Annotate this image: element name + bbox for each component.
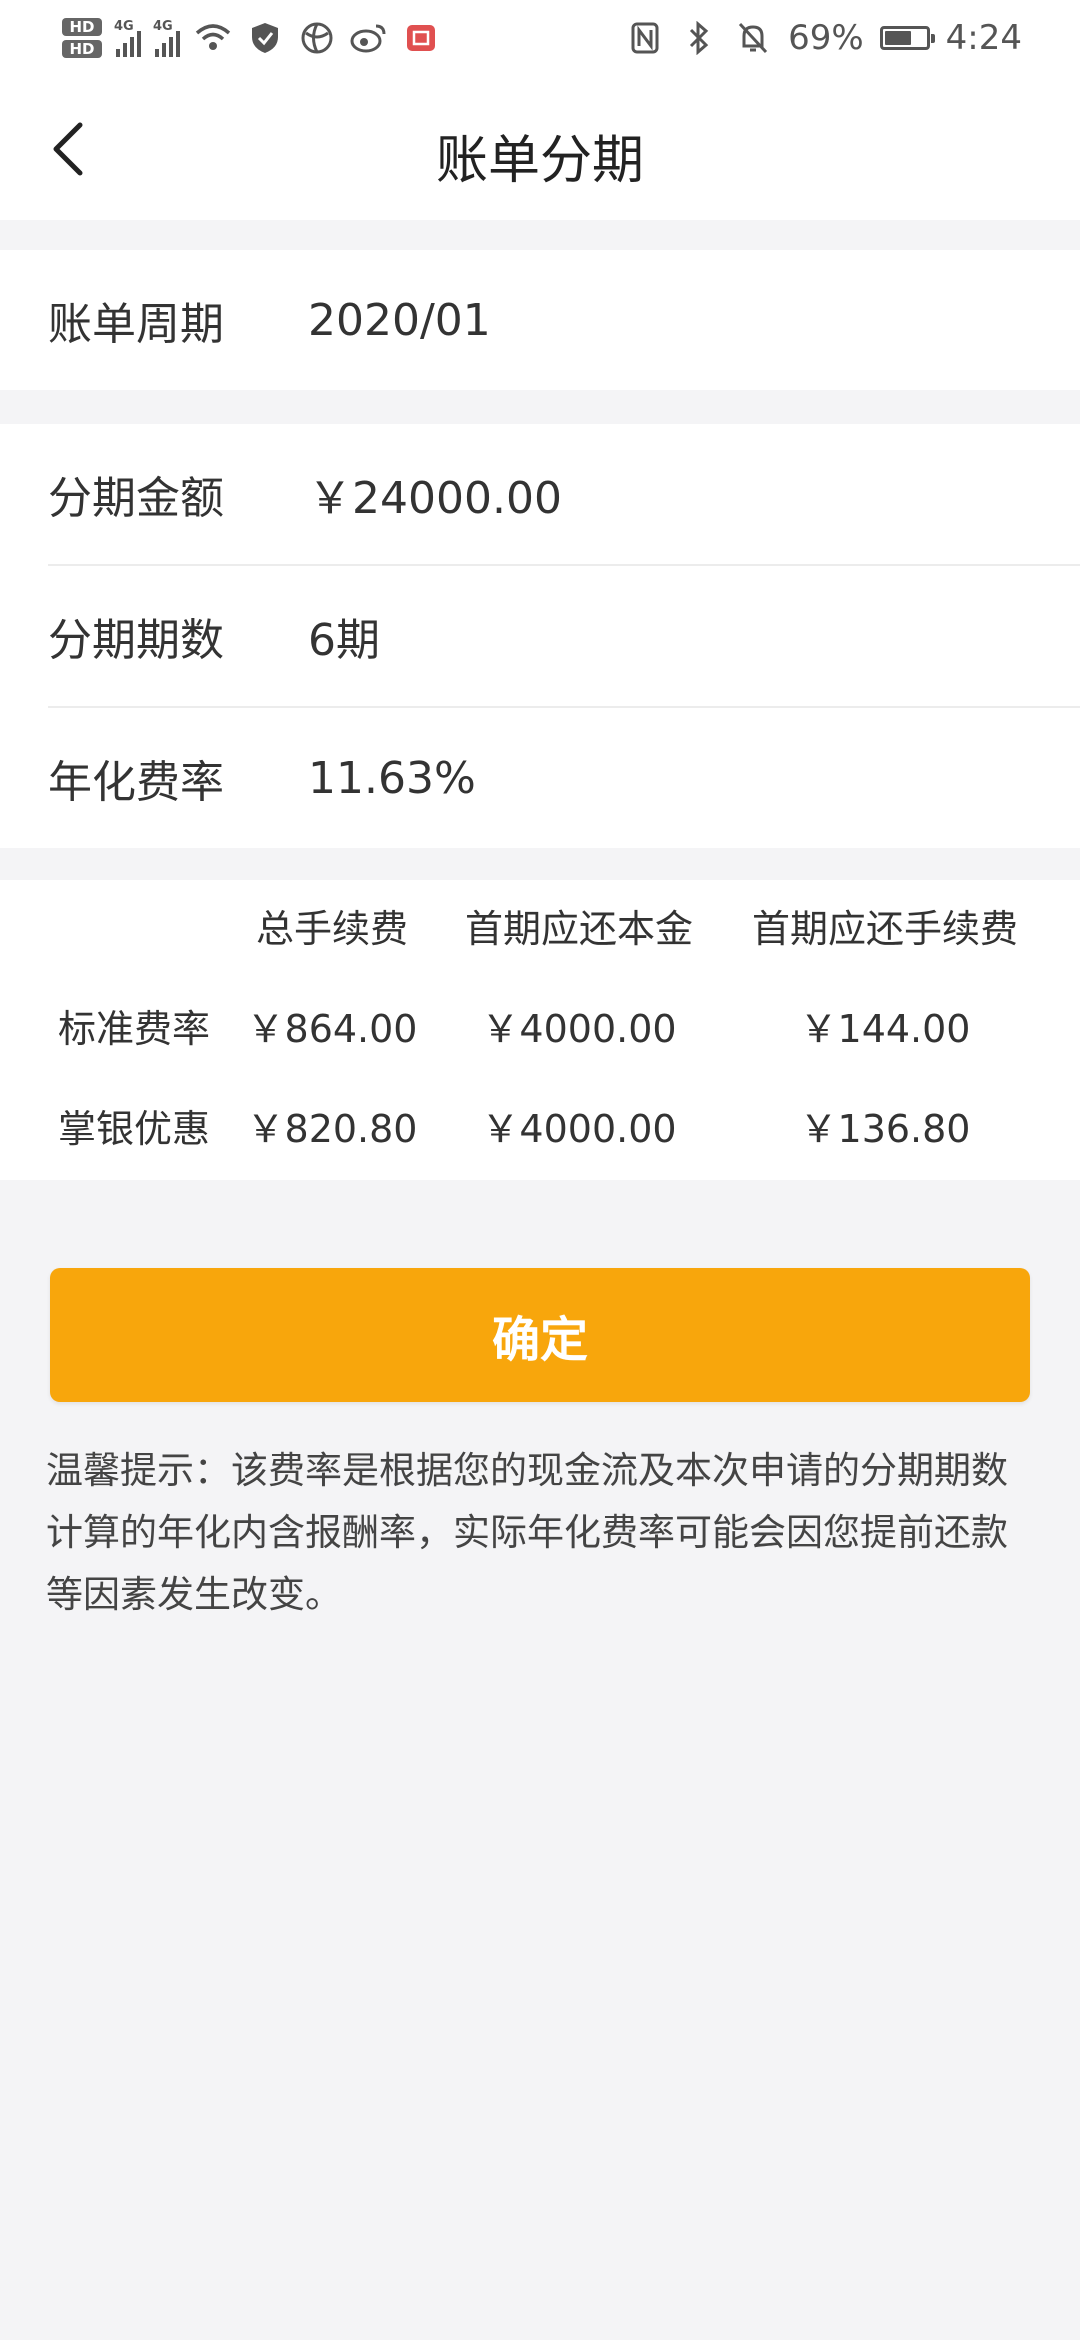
fee-cell: ￥820.80 <box>246 1107 418 1151</box>
cell-signal-icon-1: 4G <box>114 19 141 57</box>
battery-icon <box>879 26 935 50</box>
fee-header-first-principal: 首期应还本金 <box>464 907 693 951</box>
bell-muted-icon <box>734 19 772 57</box>
weibo-icon <box>350 19 388 57</box>
app-header: 账单分期 <box>0 80 1080 220</box>
nfc-icon <box>626 19 664 57</box>
signal-type-1: 4G <box>114 19 134 34</box>
annual-rate-row: 年化费率 11.63% <box>48 706 1080 848</box>
page-title: 账单分期 <box>435 131 644 191</box>
shield-icon <box>246 19 284 57</box>
bluetooth-icon <box>680 19 718 57</box>
installment-periods-label: 分期期数 <box>48 615 224 666</box>
bill-period-row: 账单周期 2020/01 <box>0 250 1080 390</box>
browser-icon <box>298 19 336 57</box>
fee-header-first-fee: 首期应还手续费 <box>751 907 1018 951</box>
installment-amount-value: ￥24000.00 <box>308 473 562 524</box>
fee-header-total: 总手续费 <box>255 907 408 951</box>
annual-rate-label: 年化费率 <box>48 757 224 808</box>
bill-period-label: 账单周期 <box>48 299 224 350</box>
installment-periods-value: 6期 <box>308 615 380 666</box>
installment-amount-label: 分期金额 <box>48 473 224 524</box>
tip-text: 温馨提示：该费率是根据您的现金流及本次申请的分期期数计算的年化内含报酬率，实际年… <box>46 1449 1008 1616</box>
fee-cell: ￥864.00 <box>246 1007 418 1051</box>
fee-table: 总手续费 首期应还本金 首期应还手续费 标准费率 ￥864.00 ￥4000.0… <box>0 880 1080 1180</box>
annual-rate-value: 11.63% <box>308 752 476 804</box>
battery-percent: 69% <box>788 18 864 58</box>
fee-cell: ￥4000.00 <box>481 1107 677 1151</box>
confirm-button[interactable]: 确定 <box>50 1268 1030 1402</box>
installment-periods-row: 分期期数 6期 <box>48 564 1080 706</box>
fee-row-label: 标准费率 <box>57 1007 210 1051</box>
fee-cell: ￥144.00 <box>799 1007 971 1051</box>
bill-period-card: 账单周期 2020/01 <box>0 250 1080 390</box>
installment-card: 分期金额 ￥24000.00 分期期数 6期 年化费率 11.63% <box>0 424 1080 848</box>
installment-amount-row: 分期金额 ￥24000.00 <box>0 424 1080 564</box>
wifi-icon <box>194 19 232 57</box>
cell-signal-icon-2: 4G <box>153 19 180 57</box>
status-bar: HD HD 4G 4G 69% 4:24 <box>0 0 1080 80</box>
hd-indicators: HD HD <box>62 18 102 58</box>
hd-badge-2: HD <box>62 40 102 58</box>
bill-period-value: 2020/01 <box>308 294 491 346</box>
battery-fill <box>884 31 911 45</box>
signal-type-2: 4G <box>153 19 173 34</box>
fee-cell: ￥136.80 <box>799 1107 971 1151</box>
fee-cell: ￥4000.00 <box>481 1007 677 1051</box>
status-time: 4:24 <box>945 18 1022 58</box>
fee-row-label: 掌银优惠 <box>57 1107 210 1151</box>
hd-badge-1: HD <box>62 18 102 36</box>
book-app-icon <box>402 19 440 57</box>
status-bar-left: HD HD 4G 4G <box>62 8 440 68</box>
status-bar-right: 69% 4:24 <box>626 10 1022 66</box>
